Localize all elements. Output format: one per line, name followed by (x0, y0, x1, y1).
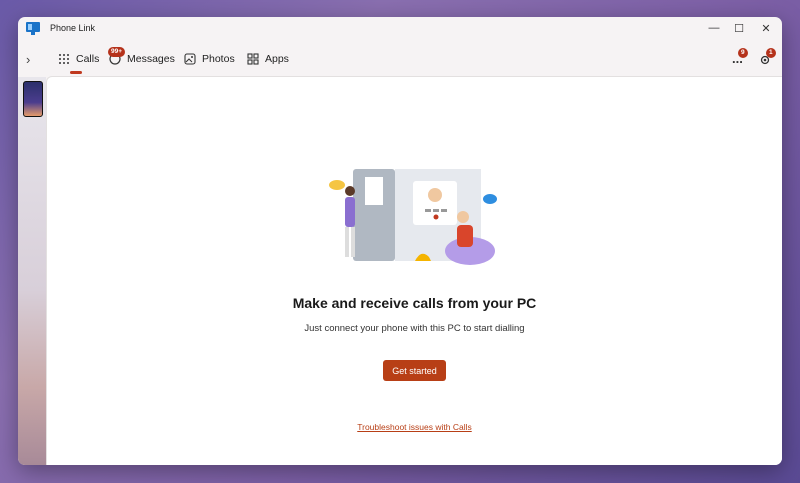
phone-thumbnail[interactable] (23, 81, 43, 117)
troubleshoot-link[interactable]: Troubleshoot issues with Calls (47, 422, 782, 432)
phone-link-window: Phone Link — ☐ ✕ › Calls Messages 99+ Ph… (18, 17, 782, 465)
sidebar (18, 77, 46, 465)
dialpad-icon (59, 54, 69, 64)
apps-icon (247, 53, 259, 65)
close-button[interactable]: ✕ (755, 20, 777, 36)
tab-apps-label: Apps (265, 53, 289, 65)
tab-calls-label: Calls (76, 53, 100, 65)
top-nav: › Calls Messages 99+ Photos Apps ... 9 1 (18, 43, 782, 77)
tab-messages-label: Messages (127, 53, 175, 65)
calls-illustration (329, 169, 497, 265)
calls-headline: Make and receive calls from your PC (292, 295, 537, 311)
tab-calls[interactable]: Calls (58, 53, 99, 65)
tab-apps[interactable]: Apps (247, 53, 289, 65)
maximize-button[interactable]: ☐ (728, 20, 750, 36)
main-content: Make and receive calls from your PC Just… (46, 76, 782, 465)
active-tab-indicator (70, 71, 82, 74)
minimize-button[interactable]: — (703, 20, 725, 36)
calls-subline: Just connect your phone with this PC to … (304, 323, 525, 334)
settings-badge: 1 (766, 48, 776, 58)
phone-link-app-icon (26, 22, 40, 35)
tab-photos[interactable]: Photos (184, 53, 235, 65)
tab-photos-label: Photos (202, 53, 235, 65)
photos-icon (184, 53, 196, 65)
app-title: Phone Link (50, 23, 96, 33)
get-started-button[interactable]: Get started (383, 360, 446, 381)
messages-badge: 99+ (108, 47, 126, 57)
chevron-right-icon[interactable]: › (26, 52, 30, 67)
title-bar: Phone Link — ☐ ✕ (18, 17, 782, 41)
more-options-badge: 9 (738, 48, 748, 58)
